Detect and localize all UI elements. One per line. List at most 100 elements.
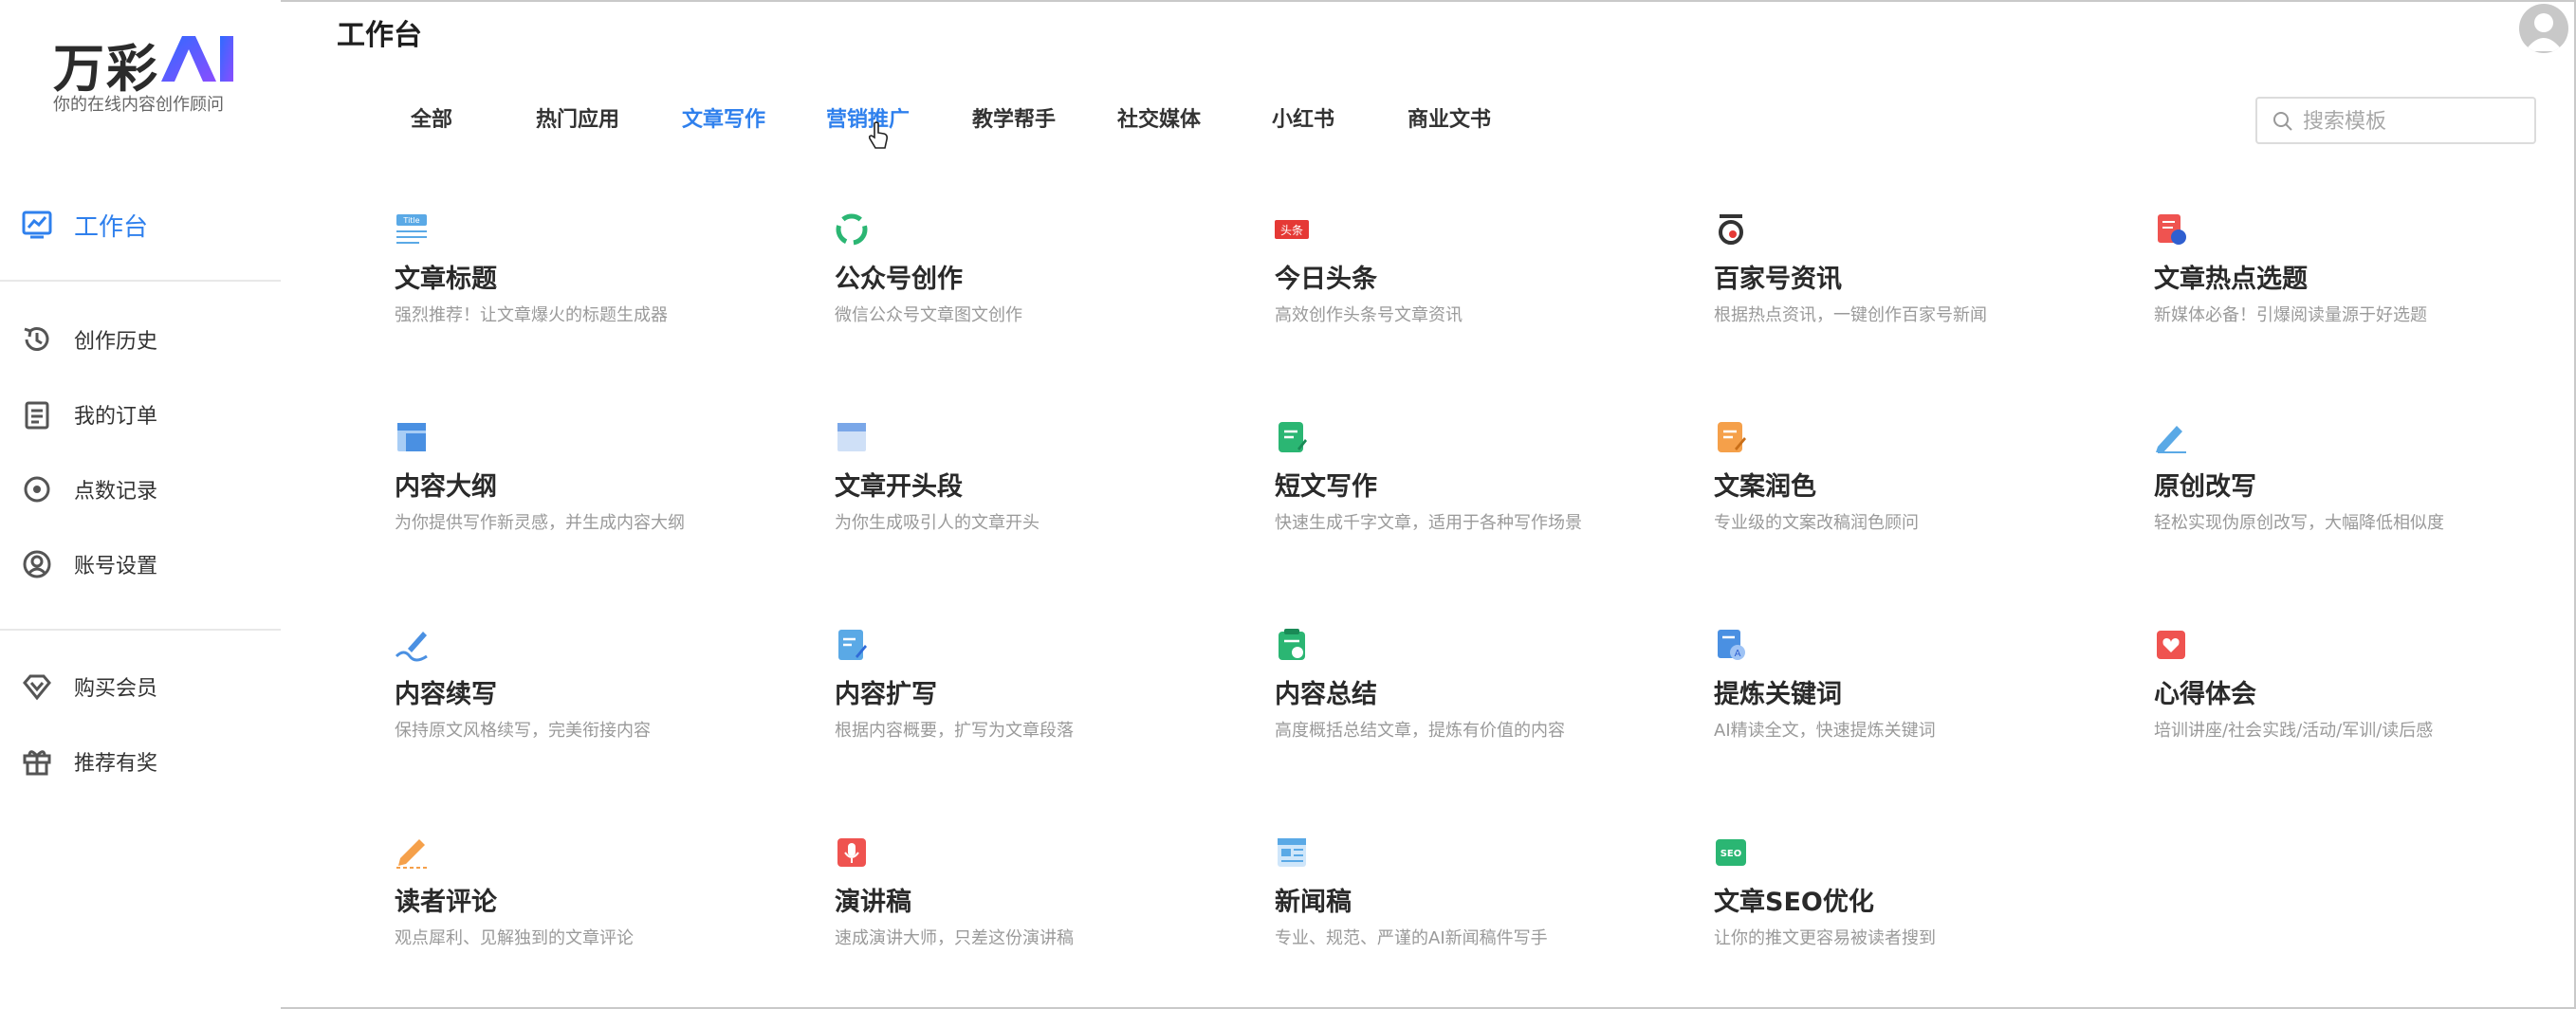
sidebar-item-history[interactable]: 创作历史 (0, 311, 281, 368)
template-card-title: 原创改写 (2154, 472, 2256, 502)
brand-tagline: 你的在线内容创作顾问 (53, 95, 224, 115)
template-card[interactable]: 文案润色专业级的文案改稿润色顾问 (1714, 420, 2112, 553)
template-card[interactable]: 短文写作快速生成千字文章，适用于各种写作场景 (1275, 420, 1673, 553)
wechat-mp-icon (836, 213, 868, 246)
search-icon (2273, 112, 2292, 131)
brand-logo[interactable]: 万彩 你的在线内容创作顾问 (53, 25, 233, 116)
template-card-title: 心得体会 (2154, 680, 2256, 709)
template-card[interactable]: 头条 今日头条 高效创作头条号文章资讯 (1275, 212, 1673, 345)
template-card[interactable]: 原创改写轻松实现伪原创改写，大幅降低相似度 (2154, 420, 2552, 553)
user-circle-icon (23, 550, 51, 578)
template-card[interactable]: 公众号创作 微信公众号文章图文创作 (835, 212, 1233, 345)
continue-write-icon (395, 632, 428, 662)
template-card[interactable]: 内容续写 保持原文风格续写，完美衔接内容 (395, 628, 793, 761)
dashboard-chart-icon (22, 211, 52, 239)
template-card[interactable]: 内容总结 高度概括总结文章，提炼有价值的内容 (1275, 628, 1673, 761)
avatar[interactable] (2519, 4, 2568, 53)
sidebar-item-label: 我的订单 (74, 405, 158, 429)
template-card-title: 读者评论 (395, 888, 497, 917)
template-card-title: 文章标题 (395, 265, 497, 294)
template-card-description: 观点犀利、见解独到的文章评论 (395, 928, 634, 948)
template-card-title: 内容扩写 (835, 680, 937, 709)
sidebar-item-referral[interactable]: 推荐有奖 (0, 733, 281, 790)
template-card[interactable]: Title 文章标题 强烈推荐！让文章爆火的标题生成器 (395, 212, 793, 345)
tab-business-docs[interactable]: 商业文书 (1408, 102, 1491, 133)
sidebar-divider (0, 280, 281, 282)
template-card[interactable]: 读者评论观点犀利、见解独到的文章评论 (395, 835, 793, 968)
template-card-description: 快速生成千字文章，适用于各种写作场景 (1275, 513, 1582, 533)
clipboard-icon (25, 401, 49, 430)
tab-xiaohongshu[interactable]: 小红书 (1272, 102, 1334, 133)
template-card[interactable]: 心得体会 培训讲座/社会实践/活动/军训/读后感 (2154, 628, 2552, 761)
sidebar-item-workbench[interactable]: 工作台 (0, 196, 281, 253)
brand-ai-icon (161, 36, 233, 82)
hot-topic-icon (2158, 214, 2186, 245)
template-card[interactable]: A 提炼关键词 AI精读全文，快速提炼关键词 (1714, 628, 2112, 761)
svg-text:SEO: SEO (1720, 849, 1742, 859)
template-card-description: 专业级的文案改稿润色顾问 (1714, 513, 1919, 533)
template-card-description: 保持原文风格续写，完美衔接内容 (395, 721, 651, 741)
template-card[interactable]: 文章热点选题 新媒体必备！引爆阅读量源于好选题 (2154, 212, 2552, 345)
user-avatar-icon (2525, 13, 2563, 51)
sidebar-item-label: 点数记录 (74, 480, 158, 504)
template-card-title: 文案润色 (1714, 472, 1816, 502)
tab-all[interactable]: 全部 (411, 102, 452, 133)
template-card[interactable]: 百家号资讯 根据热点资讯，一键创作百家号新闻 (1714, 212, 2112, 345)
polish-icon (1718, 422, 1746, 452)
sidebar-item-points[interactable]: 点数记录 (0, 461, 281, 518)
outline-icon (397, 423, 426, 451)
sidebar-item-label: 购买会员 (74, 677, 158, 701)
sidebar-item-label: 推荐有奖 (74, 752, 158, 776)
template-card-description: 轻松实现伪原创改写，大幅降低相似度 (2154, 513, 2444, 533)
template-search[interactable] (2255, 97, 2536, 144)
sidebar-item-label: 账号设置 (74, 555, 158, 578)
tab-teaching[interactable]: 教学帮手 (972, 102, 1056, 133)
template-card-description: 为你生成吸引人的文章开头 (835, 513, 1040, 533)
template-card[interactable]: 内容扩写 根据内容概要，扩写为文章段落 (835, 628, 1233, 761)
template-card[interactable]: 新闻稿 专业、规范、严谨的AI新闻稿件写手 (1275, 835, 1673, 968)
baijiahao-icon (1719, 214, 1743, 245)
sidebar-item-label: 工作台 (74, 212, 149, 242)
template-card-title: 提炼关键词 (1714, 680, 1842, 709)
speech-mic-icon (837, 838, 866, 867)
opening-icon (837, 423, 866, 451)
template-card[interactable]: 文章开头段为你生成吸引人的文章开头 (835, 420, 1233, 553)
history-icon (24, 327, 49, 351)
keyword-icon: A (1718, 630, 1745, 660)
template-card-title: 短文写作 (1275, 472, 1377, 502)
template-card-description: 新媒体必备！引爆阅读量源于好选题 (2154, 305, 2427, 325)
template-card[interactable]: 演讲稿速成演讲大师，只差这份演讲稿 (835, 835, 1233, 968)
template-card[interactable]: 内容大纲 为你提供写作新灵感，并生成内容大纲 (395, 420, 793, 553)
tab-social-media[interactable]: 社交媒体 (1117, 102, 1201, 133)
sidebar-item-membership[interactable]: 购买会员 (0, 658, 281, 715)
template-card-description: 速成演讲大师，只差这份演讲稿 (835, 928, 1074, 948)
hand-cursor-icon (868, 121, 888, 149)
search-input[interactable] (2303, 104, 2527, 138)
template-card-title: 公众号创作 (835, 265, 963, 294)
gift-icon (23, 750, 51, 776)
short-essay-icon (1279, 422, 1307, 452)
seo-icon: SEO (1716, 839, 1746, 866)
sidebar-item-orders[interactable]: 我的订单 (0, 386, 281, 443)
template-card-title: 文章SEO优化 (1714, 888, 1874, 917)
tab-hot-apps[interactable]: 热门应用 (536, 102, 619, 133)
news-icon (1278, 838, 1306, 867)
template-card-title: 文章开头段 (835, 472, 963, 502)
template-card-title: 内容大纲 (395, 472, 497, 502)
template-card-title: 百家号资讯 (1714, 265, 1842, 294)
page-title: 工作台 (337, 19, 422, 52)
comment-pen-icon (396, 839, 427, 869)
template-card-title: 演讲稿 (835, 888, 911, 917)
template-card-title: 内容总结 (1275, 680, 1377, 709)
template-card-description: 让你的推文更容易被读者搜到 (1714, 928, 1936, 948)
sidebar-item-account[interactable]: 账号设置 (0, 536, 281, 593)
expand-write-icon (838, 630, 867, 660)
rewrite-pen-icon (2156, 426, 2186, 453)
sidebar-divider (0, 629, 281, 631)
template-card[interactable]: SEO 文章SEO优化让你的推文更容易被读者搜到 (1714, 835, 2112, 968)
template-card-description: 专业、规范、严谨的AI新闻稿件写手 (1275, 928, 1548, 948)
sidebar-item-label: 创作历史 (74, 330, 158, 354)
heart-note-icon (2157, 631, 2185, 659)
tab-article-writing[interactable]: 文章写作 (682, 102, 765, 133)
title-doc-icon: Title (396, 214, 427, 244)
